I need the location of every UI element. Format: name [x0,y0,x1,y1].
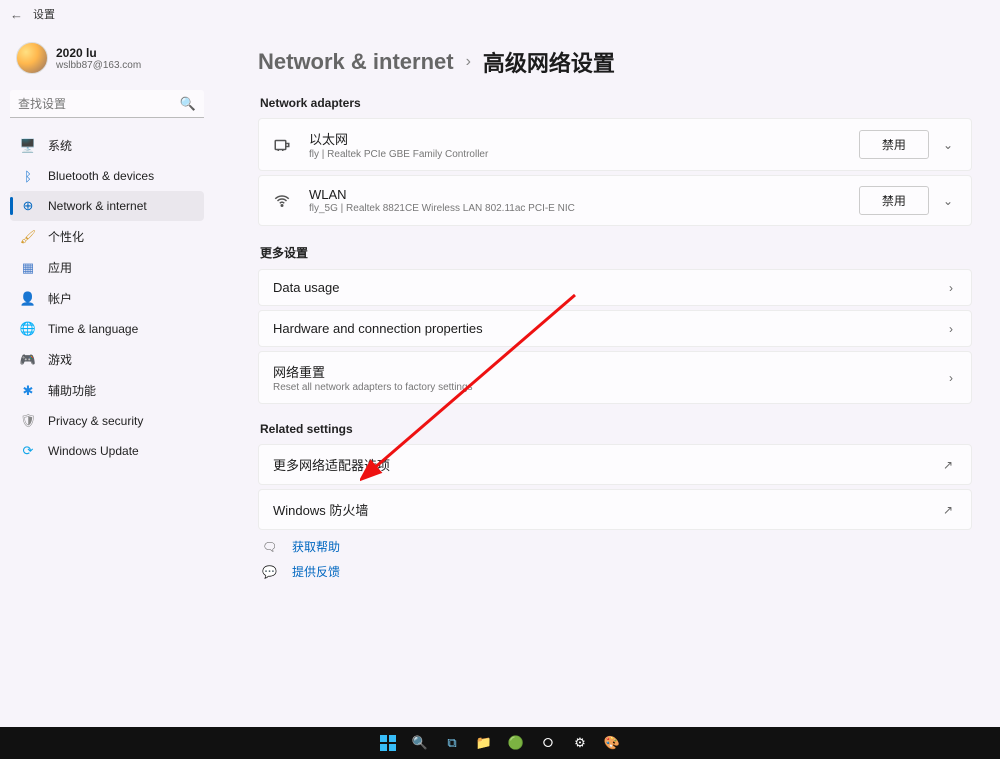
sidebar-item-label: 游戏 [48,351,72,368]
window-title: 设置 [33,6,55,22]
wifi-icon [273,192,295,210]
nav-icon: ▦ [20,260,36,276]
nav-icon: 🖥️ [20,138,36,154]
sidebar-item-label: 个性化 [48,228,84,245]
open-external-icon: ↗ [939,458,957,472]
user-email: wslbb87@163.com [56,60,141,71]
chevron-right-icon: › [945,371,957,385]
search-icon: 🔍 [180,96,196,112]
adapter-sub: fly | Realtek PCIe GBE Family Controller [309,149,859,160]
adapter-title: WLAN [309,187,859,202]
sidebar-item-1[interactable]: ᛒ Bluetooth & devices [10,161,204,191]
sidebar-item-label: Privacy & security [48,414,143,428]
row-title: Windows 防火墙 [273,500,939,519]
row-title: 网络重置 [273,362,945,381]
ethernet-icon [273,136,295,154]
row-title: Data usage [273,280,945,295]
nav-icon: 🎮 [20,352,36,368]
chevron-right-icon: › [945,281,957,295]
search-box[interactable]: 🔍 [10,90,204,118]
settings-row[interactable]: Data usage › [258,269,972,306]
edge-icon[interactable]: 🟢 [505,732,527,754]
row-sub: Reset all network adapters to factory se… [273,382,945,393]
nav-icon: 🌐 [20,321,36,337]
section-adapters-label: Network adapters [260,96,972,110]
sidebar-item-8[interactable]: ✱ 辅助功能 [10,375,204,406]
nav-icon: ✱ [20,383,36,399]
sidebar-item-0[interactable]: 🖥️ 系统 [10,130,204,161]
sidebar-item-label: Bluetooth & devices [48,169,154,183]
titlebar: ← 设置 [0,0,1000,28]
help-icon: 🗨 [262,540,278,554]
sidebar-item-label: 帐户 [48,290,72,307]
adapter-title: 以太网 [309,129,859,148]
sidebar-item-7[interactable]: 🎮 游戏 [10,344,204,375]
task-view-icon[interactable]: ⧉ [441,732,463,754]
row-title: 更多网络适配器选项 [273,455,939,474]
nav-icon: ⟳ [20,443,36,459]
feedback-link[interactable]: 💬 提供反馈 [262,563,972,580]
settings-taskbar-icon[interactable]: ⚙ [569,732,591,754]
adapter-sub: fly_5G | Realtek 8821CE Wireless LAN 802… [309,203,859,214]
row-title: Hardware and connection properties [273,321,945,336]
paint-icon[interactable]: 🎨 [601,732,623,754]
sidebar-item-10[interactable]: ⟳ Windows Update [10,436,204,466]
sidebar-item-label: Time & language [48,322,138,336]
nav-icon: 🛡 [20,413,36,429]
user-name: 2020 lu [56,46,141,60]
main-content: Network & internet › 高级网络设置 Network adap… [210,28,1000,727]
open-external-icon: ↗ [939,503,957,517]
nav-icon: 👤 [20,291,36,307]
sidebar-item-4[interactable]: ▦ 应用 [10,252,204,283]
sidebar-item-label: 辅助功能 [48,382,96,399]
nav-icon: ᛒ [20,168,36,184]
sidebar-item-2[interactable]: ⊕ Network & internet [10,191,204,221]
chevron-right-icon: › [466,53,471,71]
search-input[interactable] [10,90,204,118]
related-row[interactable]: Windows 防火墙 ↗ [258,489,972,530]
section-more-label: 更多设置 [260,244,972,261]
chevron-down-icon[interactable]: ⌄ [939,138,957,152]
feedback-text[interactable]: 提供反馈 [292,563,340,580]
back-button[interactable]: ← [10,7,23,22]
profile[interactable]: 2020 lu wslbb87@163.com [10,38,204,78]
breadcrumb: Network & internet › 高级网络设置 [258,46,972,78]
get-help-link[interactable]: 🗨 获取帮助 [262,538,972,555]
sidebar-item-6[interactable]: 🌐 Time & language [10,314,204,344]
section-related-label: Related settings [260,422,972,436]
sidebar-item-label: 系统 [48,137,72,154]
settings-row[interactable]: Hardware and connection properties › [258,310,972,347]
sidebar-item-3[interactable]: 🖌 个性化 [10,221,204,252]
nav-icon: 🖌 [20,229,36,245]
feedback-icon: 💬 [262,565,278,579]
nav-icon: ⊕ [20,198,36,214]
sidebar-item-9[interactable]: 🛡 Privacy & security [10,406,204,436]
adapter-card[interactable]: 以太网 fly | Realtek PCIe GBE Family Contro… [258,118,972,171]
sidebar: 2020 lu wslbb87@163.com 🔍 🖥️ 系统 ᛒ Bluetooth… [0,28,210,727]
chevron-right-icon: › [945,322,957,336]
disable-button[interactable]: 禁用 [859,186,929,215]
adapter-card[interactable]: WLAN fly_5G | Realtek 8821CE Wireless LA… [258,175,972,226]
avatar [16,42,48,74]
related-row[interactable]: 更多网络适配器选项 ↗ [258,444,972,485]
settings-row[interactable]: 网络重置Reset all network adapters to factor… [258,351,972,404]
nav: 🖥️ 系统 ᛒ Bluetooth & devices ⊕ Network & inter… [10,130,204,466]
sidebar-item-label: Windows Update [48,444,139,458]
chrome-icon[interactable]: ⭘ [537,732,559,754]
sidebar-item-5[interactable]: 👤 帐户 [10,283,204,314]
breadcrumb-parent[interactable]: Network & internet [258,49,454,75]
sidebar-item-label: Network & internet [48,199,147,213]
file-explorer-icon[interactable]: 📁 [473,732,495,754]
chevron-down-icon[interactable]: ⌄ [939,194,957,208]
taskbar-search-icon[interactable]: 🔍 [409,732,431,754]
disable-button[interactable]: 禁用 [859,130,929,159]
get-help-text[interactable]: 获取帮助 [292,538,340,555]
taskbar: 🔍 ⧉ 📁 🟢 ⭘ ⚙ 🎨 [0,727,1000,759]
sidebar-item-label: 应用 [48,259,72,276]
start-button[interactable] [377,732,399,754]
breadcrumb-current: 高级网络设置 [483,46,615,78]
